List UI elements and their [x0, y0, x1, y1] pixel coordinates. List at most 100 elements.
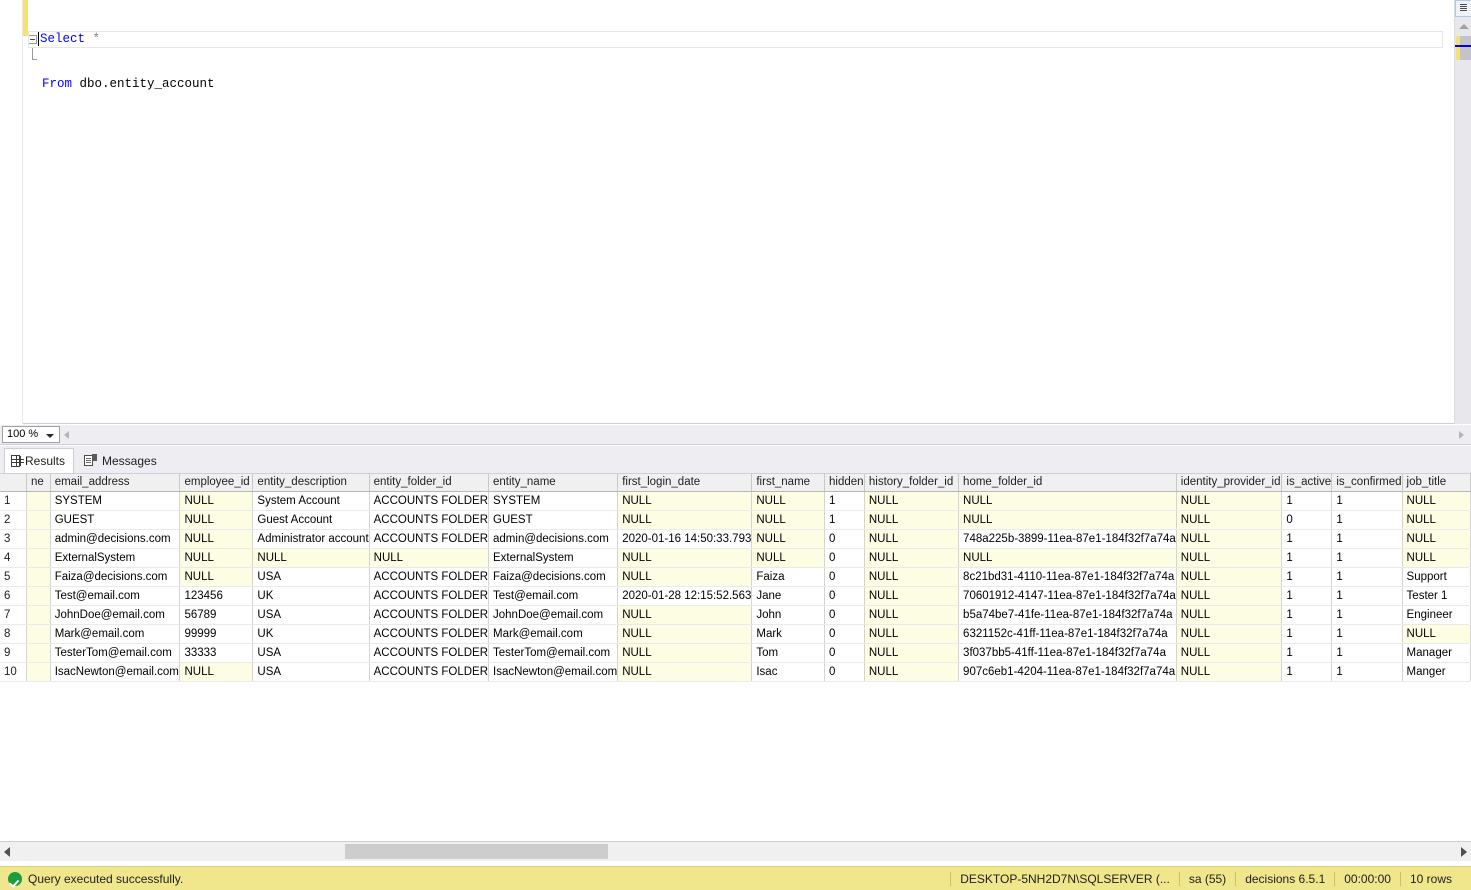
cell-first_login_date[interactable]: NULL [617, 662, 753, 682]
cell-ne[interactable] [26, 510, 51, 530]
cell-first_login_date[interactable]: 2020-01-16 14:50:33.793 [617, 529, 753, 549]
cell-is_confirmed[interactable]: 1 [1331, 548, 1403, 568]
cell-entity_description[interactable]: System Account [252, 491, 370, 511]
cell-first_login_date[interactable]: NULL [617, 510, 753, 530]
editor-vertical-scrollbar[interactable]: ≣ [1454, 0, 1471, 424]
cell-is_active[interactable]: 1 [1281, 605, 1333, 625]
header-col-2[interactable]: employee_id [179, 474, 254, 492]
scroll-up-arrow-icon[interactable] [1459, 24, 1469, 29]
cell-identity_provider_id[interactable]: NULL [1176, 548, 1283, 568]
table-row[interactable]: 4 ExternalSystem NULL NULL NULL ExternalSyste… [0, 548, 1471, 568]
cell-employee_id[interactable]: NULL [179, 567, 254, 587]
cell-entity_description[interactable]: USA [252, 643, 370, 663]
row-number[interactable]: 10 [0, 662, 27, 682]
cell-entity_folder_id[interactable]: ACCOUNTS FOLDER [369, 643, 490, 663]
cell-hidden[interactable]: 1 [824, 510, 865, 530]
header-col-6[interactable]: first_login_date [617, 474, 753, 492]
results-scroll-thumb[interactable] [345, 844, 608, 859]
row-number[interactable]: 2 [0, 510, 27, 530]
cell-home_folder_id[interactable]: b5a74be7-41fe-11ea-87e1-184f32f7a74a [958, 605, 1177, 625]
cell-history_folder_id[interactable]: NULL [864, 605, 960, 625]
scroll-left-arrow-icon[interactable] [4, 847, 10, 857]
cell-entity_name[interactable]: GUEST [488, 510, 619, 530]
cell-entity_description[interactable]: USA [252, 605, 370, 625]
cell-is_active[interactable]: 1 [1281, 529, 1333, 549]
cell-employee_id[interactable]: 56789 [179, 605, 254, 625]
cell-ne[interactable] [26, 605, 51, 625]
hscroll-right-arrow-icon[interactable] [1459, 431, 1464, 439]
cell-hidden[interactable]: 0 [824, 567, 865, 587]
cell-ne[interactable] [26, 567, 51, 587]
cell-email_address[interactable]: JohnDoe@email.com [50, 605, 181, 625]
cell-employee_id[interactable]: 33333 [179, 643, 254, 663]
cell-entity_description[interactable]: UK [252, 586, 370, 606]
row-number[interactable]: 5 [0, 567, 27, 587]
cell-entity_description[interactable]: NULL [252, 548, 370, 568]
cell-first_name[interactable]: Faiza [751, 567, 826, 587]
cell-hidden[interactable]: 0 [824, 643, 865, 663]
cell-identity_provider_id[interactable]: NULL [1176, 510, 1283, 530]
header-col-4[interactable]: entity_folder_id [369, 474, 490, 492]
cell-history_folder_id[interactable]: NULL [864, 586, 960, 606]
results-grid[interactable]: ne email_address employee_id entity_desc… [0, 473, 1471, 839]
cell-entity_folder_id[interactable]: ACCOUNTS FOLDER [369, 586, 490, 606]
table-row[interactable]: 5 Faiza@decisions.com NULL USA ACCOUNTS FOLD… [0, 567, 1471, 587]
header-col-12[interactable]: is_active [1281, 474, 1333, 492]
cell-entity_folder_id[interactable]: ACCOUNTS FOLDER [369, 567, 490, 587]
zoom-level-combobox[interactable]: 100 % [2, 426, 60, 443]
cell-entity_folder_id[interactable]: ACCOUNTS FOLDER [369, 491, 490, 511]
row-number[interactable]: 8 [0, 624, 27, 644]
cell-email_address[interactable]: Test@email.com [50, 586, 181, 606]
table-row[interactable]: 10 IsacNewton@email.com NULL USA ACCOUNTS FO… [0, 662, 1471, 682]
cell-entity_name[interactable]: IsacNewton@email.com [488, 662, 619, 682]
row-number[interactable]: 9 [0, 643, 27, 663]
table-row[interactable]: 8 Mark@email.com 99999 UK ACCOUNTS FOLDER Mar… [0, 624, 1471, 644]
cell-hidden[interactable]: 0 [824, 586, 865, 606]
cell-is_active[interactable]: 1 [1281, 548, 1333, 568]
cell-job_title[interactable]: NULL [1402, 548, 1471, 568]
cell-identity_provider_id[interactable]: NULL [1176, 643, 1283, 663]
cell-entity_name[interactable]: ExternalSystem [488, 548, 619, 568]
cell-ne[interactable] [26, 529, 51, 549]
cell-history_folder_id[interactable]: NULL [864, 491, 960, 511]
cell-identity_provider_id[interactable]: NULL [1176, 491, 1283, 511]
cell-entity_folder_id[interactable]: ACCOUNTS FOLDER [369, 624, 490, 644]
cell-home_folder_id[interactable]: NULL [958, 510, 1177, 530]
cell-ne[interactable] [26, 548, 51, 568]
cell-identity_provider_id[interactable]: NULL [1176, 662, 1283, 682]
cell-home_folder_id[interactable]: NULL [958, 491, 1177, 511]
header-col-3[interactable]: entity_description [252, 474, 370, 492]
cell-history_folder_id[interactable]: NULL [864, 624, 960, 644]
cell-first_login_date[interactable]: NULL [617, 624, 753, 644]
cell-job_title[interactable]: Manager [1402, 643, 1471, 663]
cell-email_address[interactable]: GUEST [50, 510, 181, 530]
cell-is_active[interactable]: 1 [1281, 586, 1333, 606]
row-number[interactable]: 7 [0, 605, 27, 625]
cell-email_address[interactable]: Mark@email.com [50, 624, 181, 644]
cell-entity_name[interactable]: admin@decisions.com [488, 529, 619, 549]
cell-first_login_date[interactable]: NULL [617, 643, 753, 663]
results-horizontal-scrollbar[interactable] [0, 841, 1471, 861]
cell-ne[interactable] [26, 491, 51, 511]
hscroll-left-arrow-icon[interactable] [64, 431, 69, 439]
cell-is_confirmed[interactable]: 1 [1331, 662, 1403, 682]
cell-first_name[interactable]: Mark [751, 624, 826, 644]
table-row[interactable]: 3 admin@decisions.com NULL Administrator ac… [0, 529, 1471, 549]
cell-is_confirmed[interactable]: 1 [1331, 605, 1403, 625]
cell-is_confirmed[interactable]: 1 [1331, 586, 1403, 606]
cell-first_name[interactable]: Tom [751, 643, 826, 663]
tab-results[interactable]: Results [4, 448, 74, 473]
cell-history_folder_id[interactable]: NULL [864, 567, 960, 587]
cell-is_active[interactable]: 1 [1281, 567, 1333, 587]
cell-identity_provider_id[interactable]: NULL [1176, 529, 1283, 549]
cell-is_active[interactable]: 1 [1281, 662, 1333, 682]
cell-entity_description[interactable]: Administrator account [252, 529, 370, 549]
editor-split-button[interactable]: ≣ [1455, 0, 1471, 17]
cell-email_address[interactable]: SYSTEM [50, 491, 181, 511]
cell-entity_folder_id[interactable]: NULL [369, 548, 490, 568]
tab-messages[interactable]: Messages [78, 448, 166, 473]
cell-first_login_date[interactable]: NULL [617, 548, 753, 568]
cell-home_folder_id[interactable]: 3f037bb5-41ff-11ea-87e1-184f32f7a74a [958, 643, 1177, 663]
cell-entity_folder_id[interactable]: ACCOUNTS FOLDER [369, 605, 490, 625]
chevron-down-icon[interactable] [46, 434, 54, 438]
